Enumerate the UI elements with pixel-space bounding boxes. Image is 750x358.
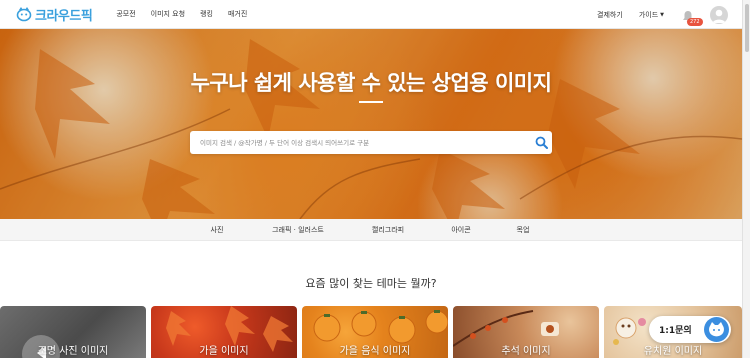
search-input[interactable] xyxy=(190,131,530,154)
category-photo[interactable]: 사진 xyxy=(211,219,224,241)
guide-label: 가이드 xyxy=(638,10,659,19)
logo-icon xyxy=(16,7,32,22)
user-icon xyxy=(712,9,726,23)
category-bar: 사진 그래픽 · 일러스트 캘리그라피 아이콘 목업 xyxy=(0,219,742,241)
nav-image-request[interactable]: 이미지 요청 xyxy=(151,9,185,19)
notification-badge: 272 xyxy=(687,17,703,26)
theme-card-label: 추석 이미지 xyxy=(501,346,551,357)
search-bar xyxy=(190,131,552,154)
category-mockup[interactable]: 목업 xyxy=(517,219,530,241)
nav-magazine[interactable]: 매거진 xyxy=(228,9,247,19)
hero-overlay xyxy=(0,29,742,219)
top-navigation: 크라우드픽 공모전 이미지 요청 랭킹 매거진 결제하기 가이드 ▼ 272 xyxy=(0,0,742,29)
theme-card-label: 가을 음식 이미지 xyxy=(339,346,411,357)
hero-title: 누구나 쉽게 사용할 수 있는 상업용 이미지 xyxy=(190,71,552,95)
theme-card[interactable]: 가을 이미지 xyxy=(151,306,297,358)
theme-card[interactable]: 조명 사진 이미지 xyxy=(0,306,146,358)
theme-card-label: 조명 사진 이미지 xyxy=(37,346,109,357)
theme-card[interactable]: 추석 이미지 xyxy=(453,306,599,358)
section-title: 요즘 많이 찾는 테마는 뭘까? xyxy=(305,277,437,290)
logo[interactable]: 크라우드픽 xyxy=(16,5,93,24)
inquiry-chat-button[interactable]: 1:1문의 xyxy=(649,316,731,343)
nav-contest[interactable]: 공모전 xyxy=(116,9,135,19)
scrollbar-thumb[interactable] xyxy=(745,4,749,52)
page-scrollbar[interactable] xyxy=(742,0,750,358)
caret-down-icon: ▼ xyxy=(660,11,664,18)
user-nav: 결제하기 가이드 ▼ 272 xyxy=(597,0,728,29)
theme-card-label: 가을 이미지 xyxy=(199,346,249,357)
search-button[interactable] xyxy=(530,131,552,154)
avatar[interactable] xyxy=(710,5,728,24)
hero-divider xyxy=(359,101,383,103)
theme-card-label: 유치원 이미지 xyxy=(643,346,703,357)
theme-cards: 조명 사진 이미지 가을 이미지 가을 음식 이미지 추석 이미지 유치원 이미… xyxy=(0,306,742,358)
guide-dropdown[interactable]: 가이드 ▼ xyxy=(639,10,664,20)
search-icon xyxy=(535,136,548,149)
hero-banner: 누구나 쉽게 사용할 수 있는 상업용 이미지 xyxy=(0,29,742,219)
category-graphic-illustration[interactable]: 그래픽 · 일러스트 xyxy=(272,219,324,241)
notification-button[interactable]: 272 xyxy=(682,8,703,26)
chat-label: 1:1문의 xyxy=(659,326,692,336)
nav-ranking[interactable]: 랭킹 xyxy=(200,9,213,19)
chat-cat-icon xyxy=(704,317,729,342)
main-nav: 공모전 이미지 요청 랭킹 매거진 xyxy=(116,9,262,19)
category-calligraphy[interactable]: 캘리그라피 xyxy=(372,219,404,241)
logo-text: 크라우드픽 xyxy=(35,8,93,24)
pay-link[interactable]: 결제하기 xyxy=(597,10,623,20)
category-icon[interactable]: 아이콘 xyxy=(451,219,470,241)
theme-card[interactable]: 가을 음식 이미지 xyxy=(302,306,448,358)
